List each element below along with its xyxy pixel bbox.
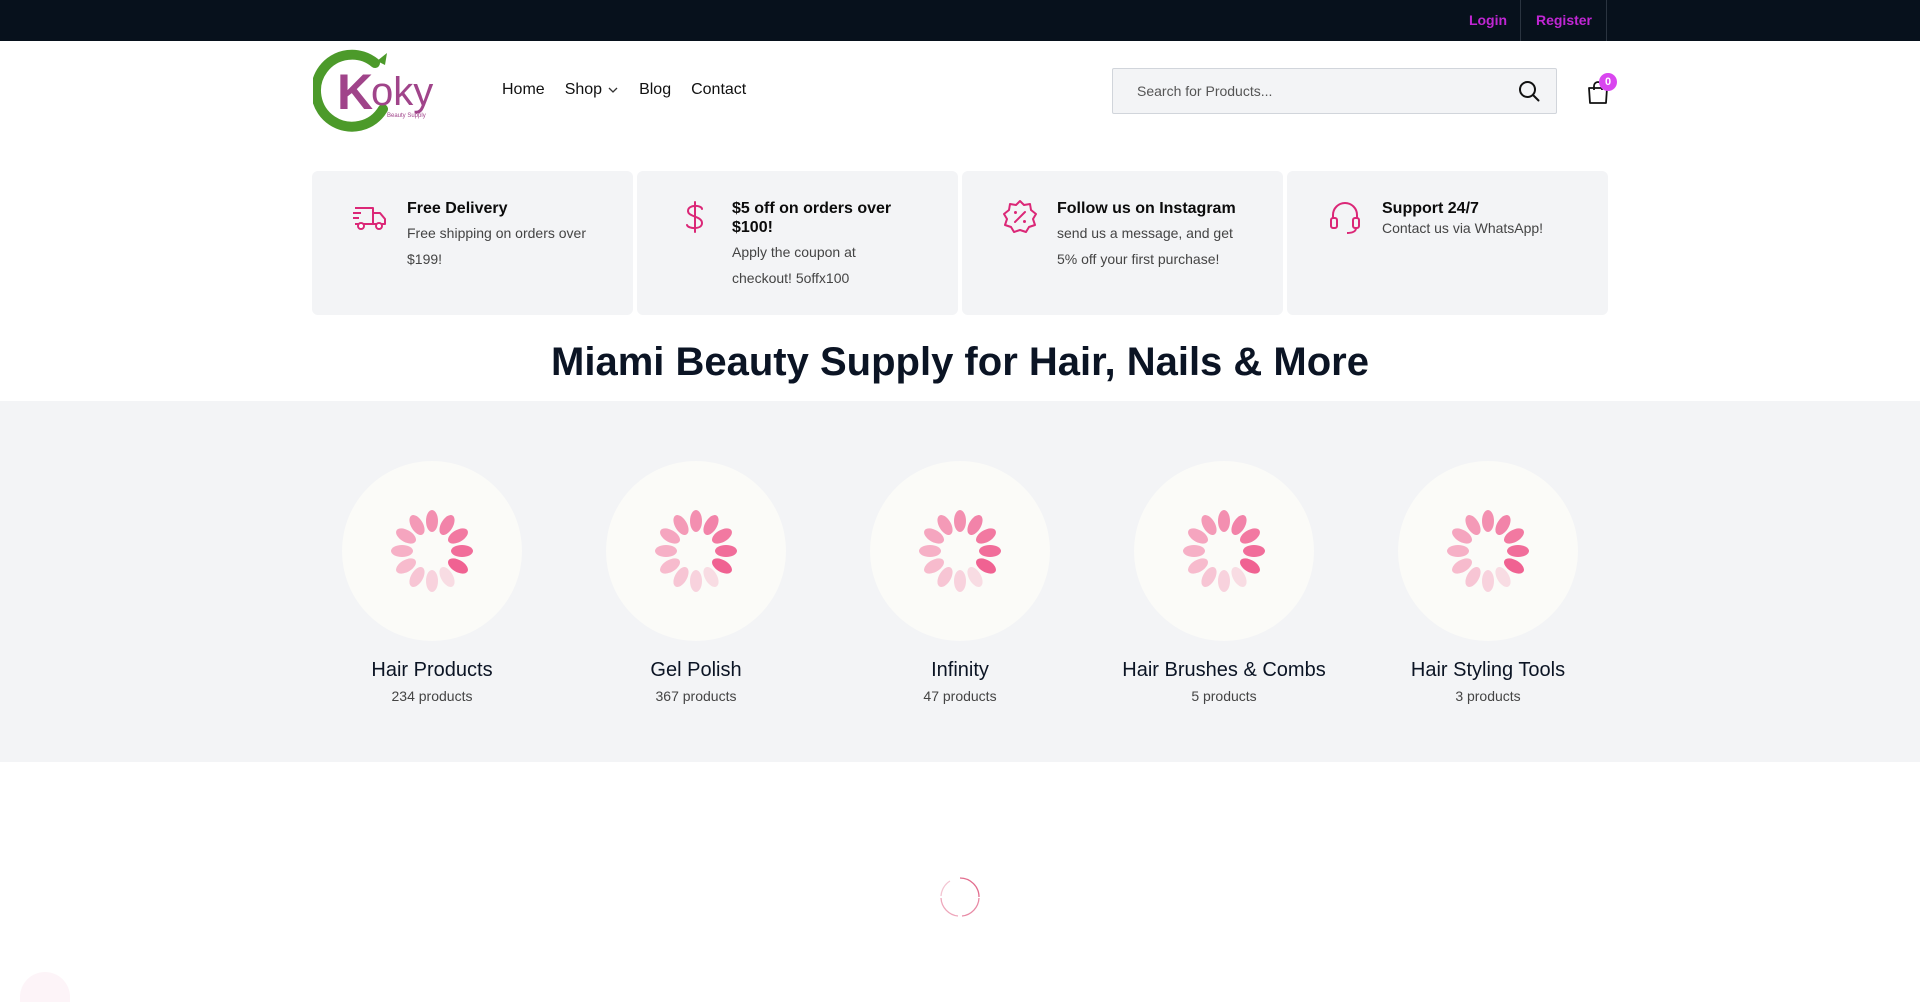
spinner-petal bbox=[1243, 545, 1265, 557]
category-card-hair-products[interactable]: Hair Products 234 products bbox=[300, 461, 564, 704]
feature-desc: Free shipping on orders over $199! bbox=[407, 225, 586, 267]
logo-image: K oky Beauty Supply bbox=[311, 49, 433, 132]
feature-instagram: Follow us on Instagram send us a message… bbox=[962, 171, 1283, 315]
feature-free-delivery: Free Delivery Free shipping on orders ov… bbox=[312, 171, 633, 315]
loading-spinner-icon bbox=[1447, 510, 1529, 592]
spinner-petal bbox=[979, 545, 1001, 557]
feature-coupon: $5 off on orders over $100! Apply the co… bbox=[637, 171, 958, 315]
category-count: 234 products bbox=[391, 688, 473, 704]
brand-logo[interactable]: K oky Beauty Supply bbox=[311, 49, 465, 133]
page-title: Miami Beauty Supply for Hair, Nails & Mo… bbox=[551, 340, 1369, 384]
site-header: K oky Beauty Supply Home Shop Blog Conta… bbox=[0, 41, 1920, 145]
page-loading-spinner-icon bbox=[940, 877, 980, 917]
feature-title: Follow us on Instagram bbox=[1057, 200, 1236, 217]
login-link[interactable]: Login bbox=[1456, 0, 1521, 41]
category-name: Gel Polish bbox=[650, 659, 742, 681]
svg-text:K: K bbox=[337, 64, 373, 120]
nav-home[interactable]: Home bbox=[502, 81, 545, 99]
category-card-gel-polish[interactable]: Gel Polish 367 products bbox=[564, 461, 828, 704]
loading-spinner-icon bbox=[919, 510, 1001, 592]
spinner-petal bbox=[919, 545, 941, 557]
delivery-truck-icon bbox=[353, 207, 386, 230]
feature-desc: send us a message, and get 5% off your f… bbox=[1057, 225, 1233, 267]
spinner-petal bbox=[1482, 570, 1494, 592]
category-name: Hair Products bbox=[371, 659, 493, 681]
logo-subtext: Beauty Supply bbox=[387, 113, 426, 119]
nav-blog[interactable]: Blog bbox=[639, 81, 671, 99]
category-name: Hair Styling Tools bbox=[1410, 659, 1566, 681]
category-count: 47 products bbox=[923, 688, 997, 704]
spinner-petal bbox=[954, 570, 966, 592]
loading-spinner-icon bbox=[391, 510, 473, 592]
loading-spinner-icon bbox=[1183, 510, 1265, 592]
percent-badge-icon bbox=[1003, 200, 1037, 233]
category-card-hair-styling-tools[interactable]: Hair Styling Tools 3 products bbox=[1356, 461, 1620, 704]
feature-desc: Contact us via WhatsApp! bbox=[1382, 220, 1544, 236]
spinner-petal bbox=[1507, 545, 1529, 557]
dollar-icon bbox=[686, 201, 704, 233]
cart-count-badge: 0 bbox=[1599, 73, 1617, 91]
spinner-petal bbox=[426, 570, 438, 592]
category-image bbox=[1398, 461, 1578, 641]
category-count: 367 products bbox=[655, 688, 737, 704]
spinner-petal bbox=[391, 545, 413, 557]
search-box bbox=[1112, 68, 1557, 114]
feature-title: $5 off on orders over $100! bbox=[732, 200, 892, 236]
spinner-petal bbox=[1218, 570, 1230, 592]
nav-shop-label: Shop bbox=[564, 81, 603, 98]
feature-desc: Apply the coupon at checkout! 5offx100 bbox=[732, 244, 856, 286]
top-bar: Login Register bbox=[0, 0, 1920, 41]
spinner-petal bbox=[1218, 510, 1230, 532]
category-count: 5 products bbox=[1191, 688, 1257, 704]
category-section: Hair Products 234 products Gel Polish 36… bbox=[0, 401, 1920, 762]
chevron-down-icon bbox=[608, 87, 618, 93]
category-name: Infinity bbox=[931, 659, 989, 681]
spinner-petal bbox=[1447, 545, 1469, 557]
category-card-infinity[interactable]: Infinity 47 products bbox=[828, 461, 1092, 704]
register-link[interactable]: Register bbox=[1522, 0, 1607, 41]
main-nav: Home Shop Blog Contact bbox=[502, 81, 746, 99]
category-card-hair-brushes-combs[interactable]: Hair Brushes & Combs 5 products bbox=[1092, 461, 1356, 704]
search-icon[interactable] bbox=[1517, 79, 1541, 103]
svg-text:oky: oky bbox=[371, 70, 433, 114]
search-input[interactable] bbox=[1113, 69, 1493, 113]
loading-spinner-icon bbox=[655, 510, 737, 592]
spinner-petal bbox=[715, 545, 737, 557]
category-image bbox=[606, 461, 786, 641]
headset-icon bbox=[1330, 202, 1360, 234]
spinner-petal bbox=[1183, 545, 1205, 557]
chat-widget[interactable] bbox=[20, 972, 70, 1002]
category-image bbox=[870, 461, 1050, 641]
nav-shop[interactable]: Shop bbox=[565, 81, 619, 99]
spinner-petal bbox=[1482, 510, 1494, 532]
category-image bbox=[1134, 461, 1314, 641]
category-image bbox=[342, 461, 522, 641]
feature-support: Support 24/7 Contact us via WhatsApp! bbox=[1287, 171, 1608, 315]
feature-title: Free Delivery bbox=[407, 200, 508, 217]
spinner-petal bbox=[451, 545, 473, 557]
spinner-petal bbox=[690, 570, 702, 592]
feature-strip: Free Delivery Free shipping on orders ov… bbox=[312, 171, 1608, 315]
spinner-petal bbox=[954, 510, 966, 532]
nav-contact[interactable]: Contact bbox=[691, 81, 746, 99]
category-count: 3 products bbox=[1455, 688, 1521, 704]
spinner-petal bbox=[690, 510, 702, 532]
spinner-petal bbox=[655, 545, 677, 557]
category-name: Hair Brushes & Combs bbox=[1122, 659, 1326, 681]
spinner-petal bbox=[426, 510, 438, 532]
